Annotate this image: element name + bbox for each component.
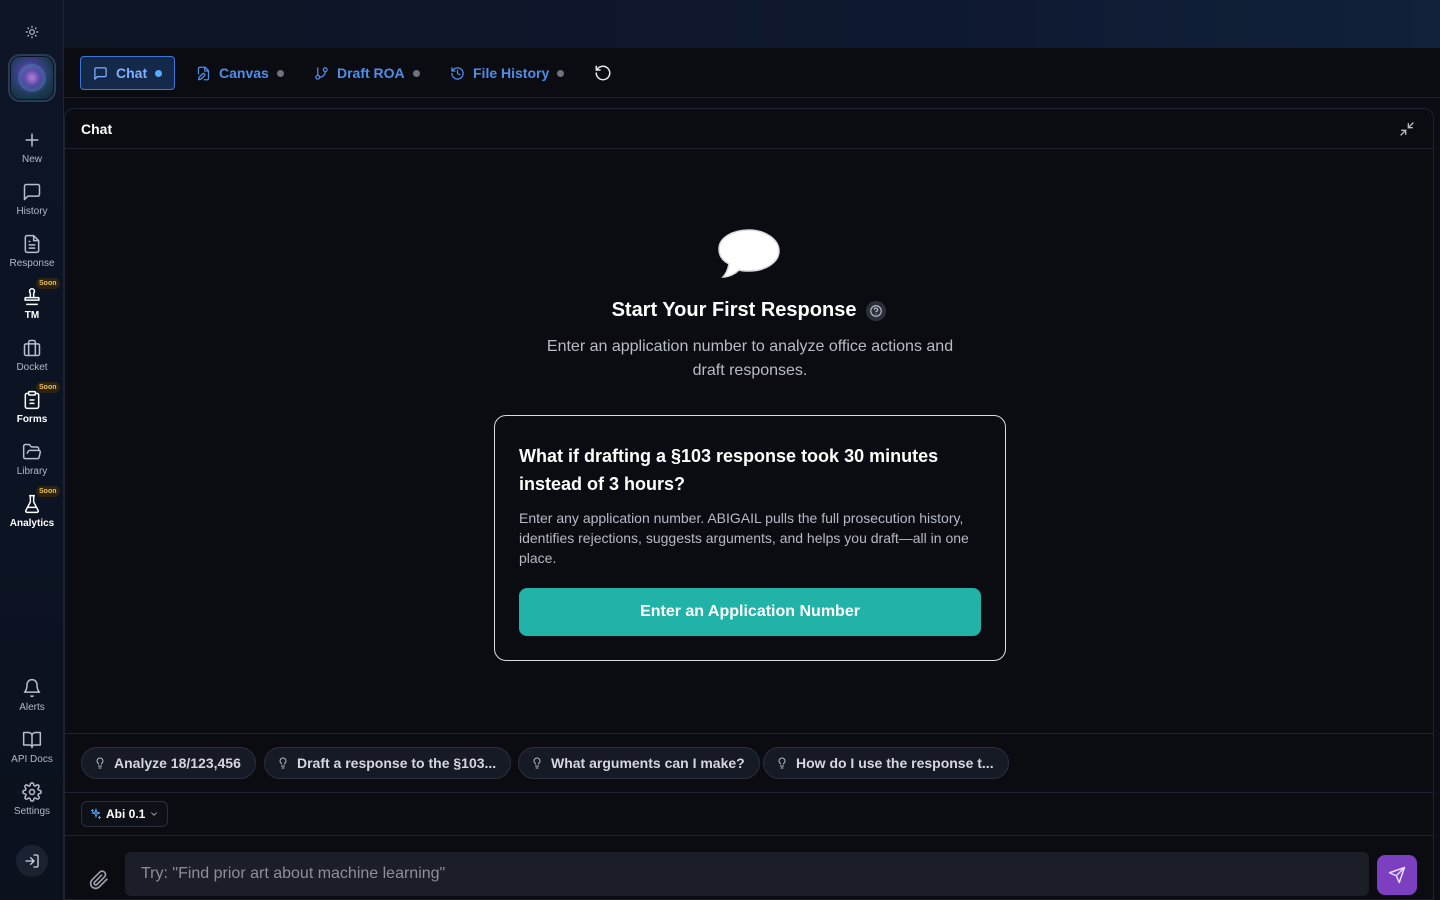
status-dot	[155, 69, 163, 77]
minimize-icon	[1400, 122, 1414, 136]
briefcase-icon	[23, 339, 41, 357]
sidebar-item-label: Docket	[16, 362, 48, 373]
suggestion-chip[interactable]: Draft a response to the §103...	[264, 747, 512, 779]
lightbulb-icon	[778, 757, 786, 769]
top-strip	[64, 0, 1440, 48]
soon-badge: Soon	[36, 486, 60, 497]
hero-title: Start Your First Response	[65, 299, 1433, 322]
avatar[interactable]	[8, 54, 56, 102]
model-label: Abi 0.1	[106, 807, 146, 821]
tab-label: File History	[473, 65, 550, 81]
sidebar-item-library[interactable]: Library	[0, 442, 64, 490]
minimize-button[interactable]	[1399, 121, 1415, 137]
sidebar-item-response[interactable]: Response	[0, 234, 64, 282]
plus-icon	[25, 133, 39, 147]
suggestion-label: How do I use the response t...	[796, 755, 994, 771]
suggestion-label: What arguments can I make?	[551, 755, 745, 771]
suggestion-label: Draft a response to the §103...	[297, 755, 497, 771]
sidebar-item-analytics[interactable]: Soon Analytics	[0, 486, 64, 542]
send-button[interactable]	[1377, 855, 1417, 895]
tab-label: Canvas	[219, 65, 269, 81]
git-branch-icon	[315, 66, 328, 80]
clipboard-icon	[24, 390, 40, 410]
sidebar-item-label: Forms	[16, 414, 48, 425]
sidebar-item-label: Analytics	[9, 518, 55, 529]
book-open-icon	[22, 731, 42, 749]
tab-bar: Chat Canvas Draft ROA File History	[64, 48, 1440, 98]
sidebar-item-label: Settings	[13, 806, 51, 817]
sidebar-item-forms[interactable]: Soon Forms	[0, 382, 64, 438]
message-square-icon	[94, 66, 107, 80]
promo-card: What if drafting a §103 response took 30…	[494, 415, 1006, 661]
card-title: What if drafting a §103 response took 30…	[519, 446, 939, 494]
help-icon[interactable]	[866, 300, 887, 321]
file-text-icon	[24, 234, 40, 254]
hero-title-text: Start Your First Response	[611, 299, 857, 321]
sidebar: New History Response Soon TM Docket Soon…	[0, 0, 64, 900]
panel-title: Chat	[81, 121, 113, 137]
logout-button[interactable]	[16, 845, 48, 877]
flask-icon	[24, 494, 40, 514]
sidebar-item-label: History	[16, 206, 48, 217]
soon-badge: Soon	[36, 382, 60, 393]
chat-bubble-icon	[718, 229, 780, 278]
refresh-icon	[595, 65, 611, 81]
enter-application-number-button[interactable]: Enter an Application Number	[519, 588, 981, 636]
send-icon	[1388, 866, 1406, 884]
chat-input[interactable]	[125, 852, 1369, 896]
hero-subtitle: Enter an application number to analyze o…	[546, 338, 954, 379]
attach-button[interactable]	[89, 870, 109, 890]
tab-draft-roa[interactable]: Draft ROA	[302, 56, 432, 90]
sidebar-item-label: New	[21, 154, 42, 165]
sidebar-item-label: TM	[24, 310, 40, 321]
suggestion-chip[interactable]: Analyze 18/123,456	[81, 747, 256, 779]
gear-icon	[22, 782, 42, 802]
stamp-icon	[24, 287, 40, 306]
sidebar-item-api-docs[interactable]: API Docs	[0, 730, 64, 778]
soon-badge: Soon	[36, 278, 60, 289]
suggestions-row: Analyze 18/123,456 Draft a response to t…	[65, 733, 1433, 793]
model-selector[interactable]: Abi 0.1	[81, 801, 169, 827]
sparkles-icon	[91, 808, 101, 819]
lightbulb-icon	[96, 757, 104, 769]
theme-toggle-sun-icon[interactable]	[22, 22, 42, 42]
card-body: Enter any application number. ABIGAIL pu…	[519, 510, 969, 566]
file-edit-icon	[197, 66, 210, 80]
sidebar-item-label: Response	[9, 258, 55, 269]
sidebar-item-label: Alerts	[19, 702, 45, 713]
suggestion-chip[interactable]: How do I use the response t...	[763, 747, 1009, 779]
tab-file-history[interactable]: File History	[438, 56, 576, 90]
sidebar-item-new[interactable]: New	[0, 130, 64, 178]
refresh-button[interactable]	[594, 64, 614, 84]
panel-header: Chat	[65, 109, 1433, 149]
sidebar-item-tm[interactable]: Soon TM	[0, 278, 64, 334]
paperclip-icon	[89, 870, 108, 890]
tab-label: Draft ROA	[337, 65, 405, 81]
suggestion-label: Analyze 18/123,456	[114, 755, 241, 771]
bell-icon	[23, 678, 41, 698]
lightbulb-icon	[279, 757, 287, 769]
suggestion-chip[interactable]: What arguments can I make?	[518, 747, 760, 779]
history-icon	[451, 66, 464, 80]
input-row	[65, 835, 1433, 900]
status-dot	[276, 69, 284, 77]
status-dot	[412, 69, 420, 77]
sidebar-item-docket[interactable]: Docket	[0, 338, 64, 386]
sidebar-item-history[interactable]: History	[0, 182, 64, 230]
sidebar-item-label: API Docs	[11, 754, 53, 765]
status-dot	[557, 69, 565, 77]
tab-label: Chat	[116, 65, 148, 81]
chevron-down-icon	[151, 812, 158, 816]
chat-panel: Chat Start Your First Response Enter an …	[64, 108, 1434, 900]
sidebar-item-alerts[interactable]: Alerts	[0, 678, 64, 726]
lightbulb-icon	[533, 757, 541, 769]
sidebar-item-label: Library	[16, 466, 48, 477]
log-in-icon	[25, 854, 39, 868]
folder-open-icon	[22, 443, 42, 460]
tab-chat[interactable]: Chat	[80, 56, 176, 90]
message-square-icon	[23, 183, 41, 201]
sidebar-item-settings[interactable]: Settings	[0, 782, 64, 830]
tab-canvas[interactable]: Canvas	[184, 56, 296, 90]
